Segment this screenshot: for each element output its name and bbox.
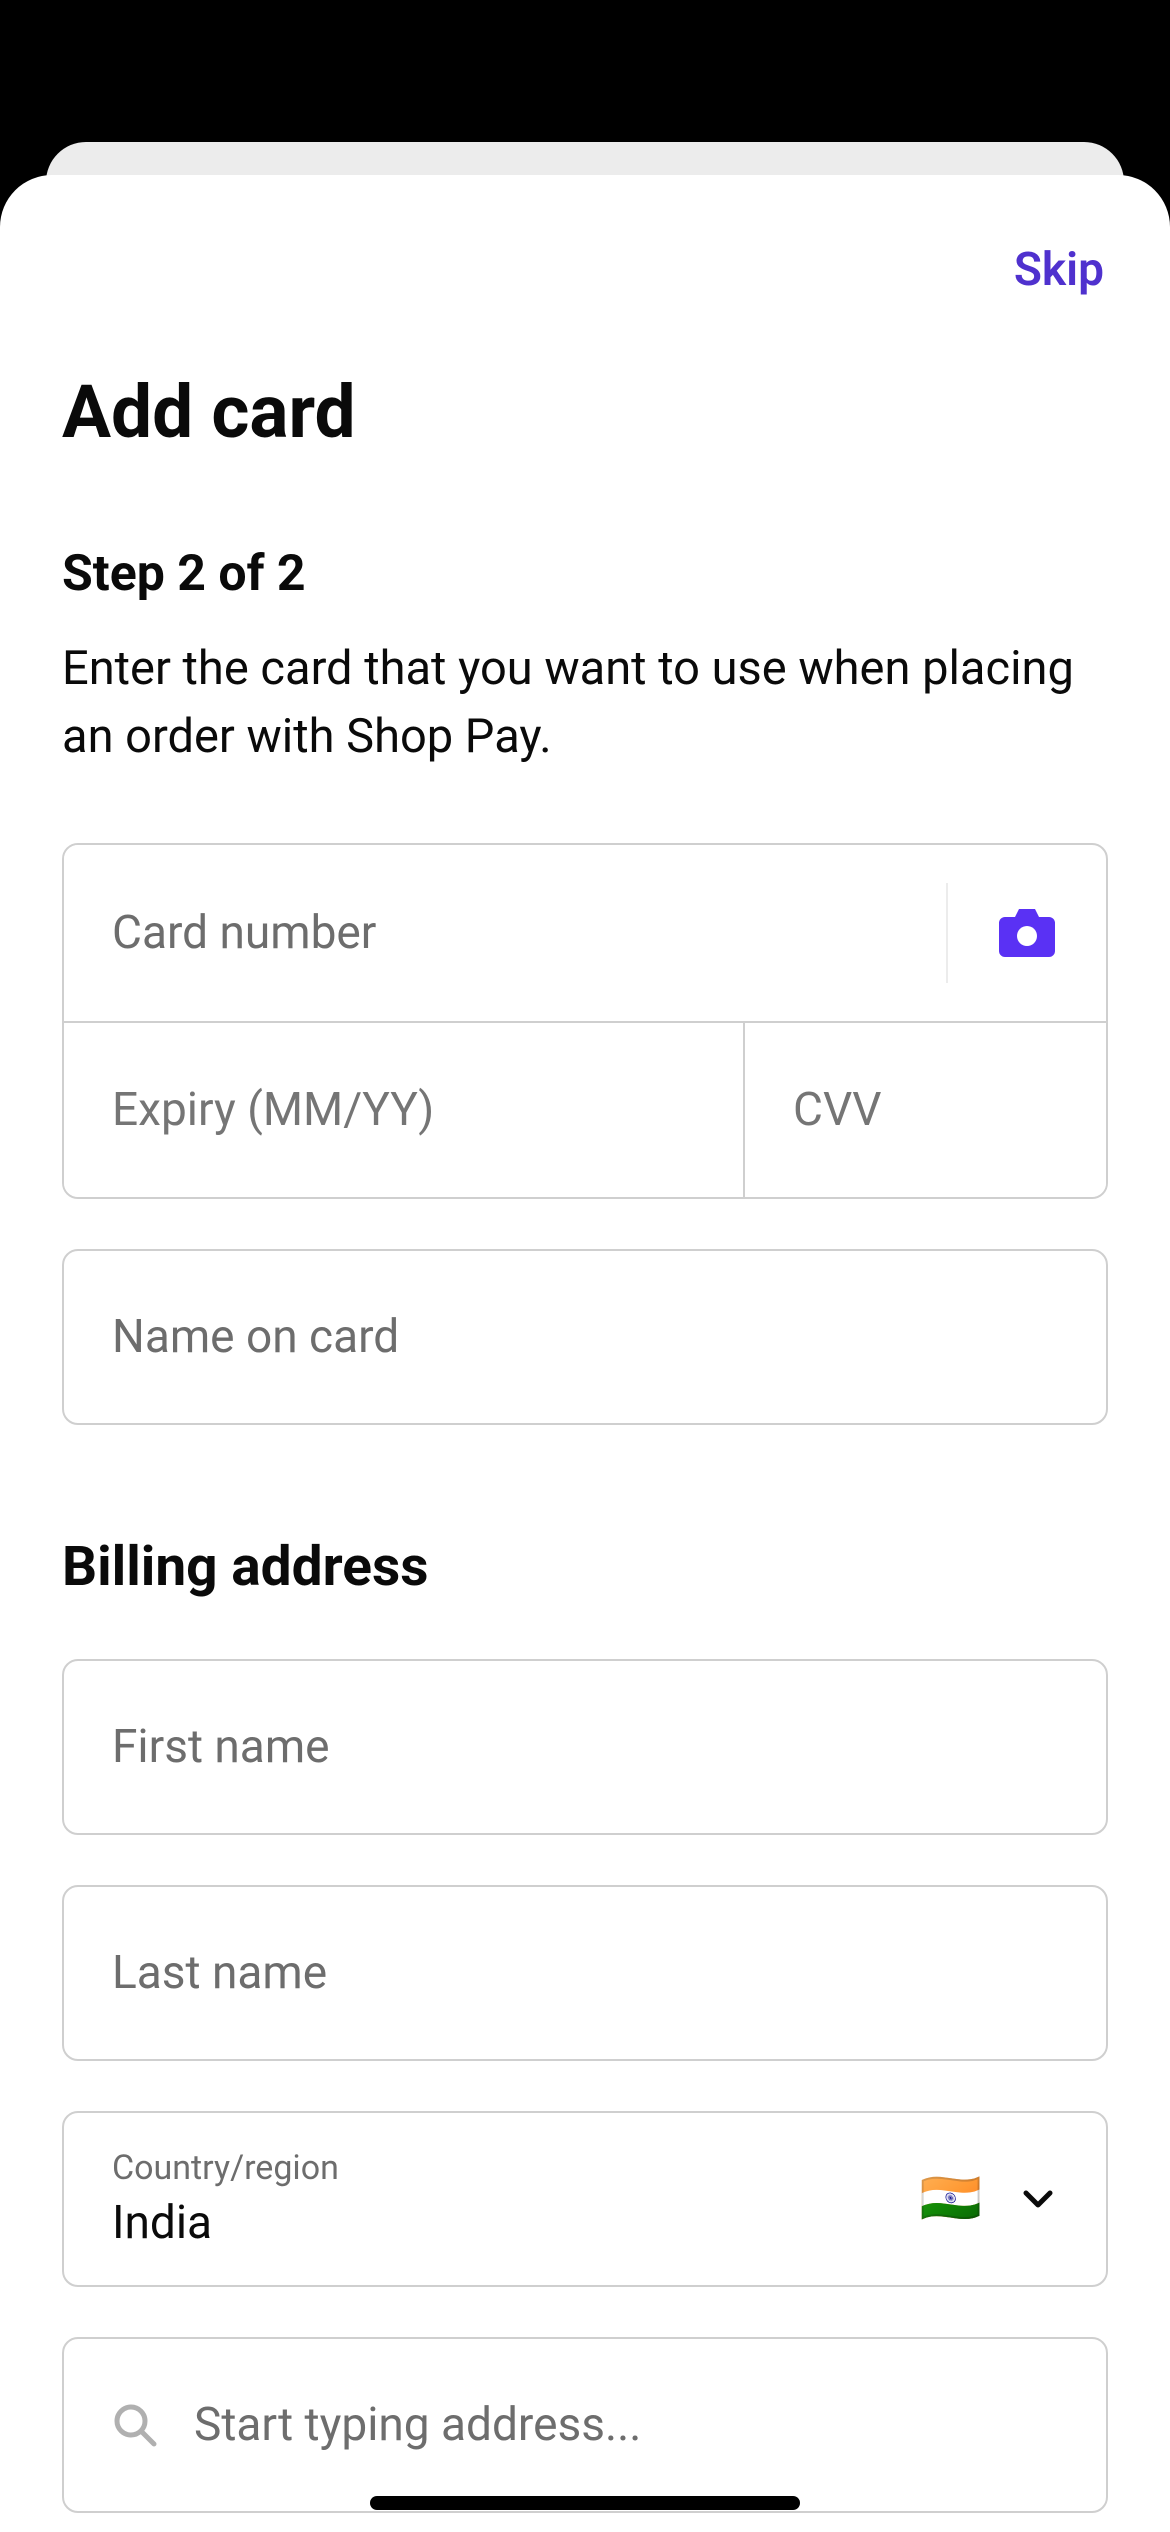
country-select-labels: Country/region India [112,2148,920,2250]
search-icon [112,2402,158,2448]
address-input[interactable] [194,2339,1058,2511]
expiry-cvv-row [64,1021,1106,1197]
card-input-group [62,843,1108,1199]
card-number-row [64,845,1106,1021]
camera-icon [999,909,1055,957]
step-label: Step 2 of 2 [62,545,1108,603]
country-flag-icon: 🇮🇳 [920,2170,982,2228]
scan-card-button[interactable] [946,883,1106,983]
step-description: Enter the card that you want to use when… [62,635,1108,771]
chevron-down-icon [1018,2179,1058,2219]
page-title: Add card [62,369,1108,455]
country-select[interactable]: Country/region India 🇮🇳 [62,2111,1108,2287]
card-number-input[interactable] [64,845,946,1021]
last-name-field [62,1885,1108,2061]
first-name-field [62,1659,1108,1835]
modal-sheet: Skip Add card Step 2 of 2 Enter the card… [0,175,1170,2532]
name-on-card-input[interactable] [64,1251,1106,1423]
name-on-card-field [62,1249,1108,1425]
billing-section-title: Billing address [62,1535,1108,1599]
cvv-input[interactable] [745,1023,1108,1197]
top-bar: Skip [62,235,1108,305]
last-name-input[interactable] [64,1887,1106,2059]
address-field [62,2337,1108,2513]
cvv-wrap [745,1023,1108,1197]
skip-button[interactable]: Skip [1010,235,1108,305]
country-value: India [112,2196,920,2250]
home-indicator[interactable] [370,2496,800,2510]
country-label: Country/region [112,2148,920,2188]
screen: Skip Add card Step 2 of 2 Enter the card… [0,0,1170,2532]
first-name-input[interactable] [64,1661,1106,1833]
expiry-input[interactable] [64,1023,745,1197]
